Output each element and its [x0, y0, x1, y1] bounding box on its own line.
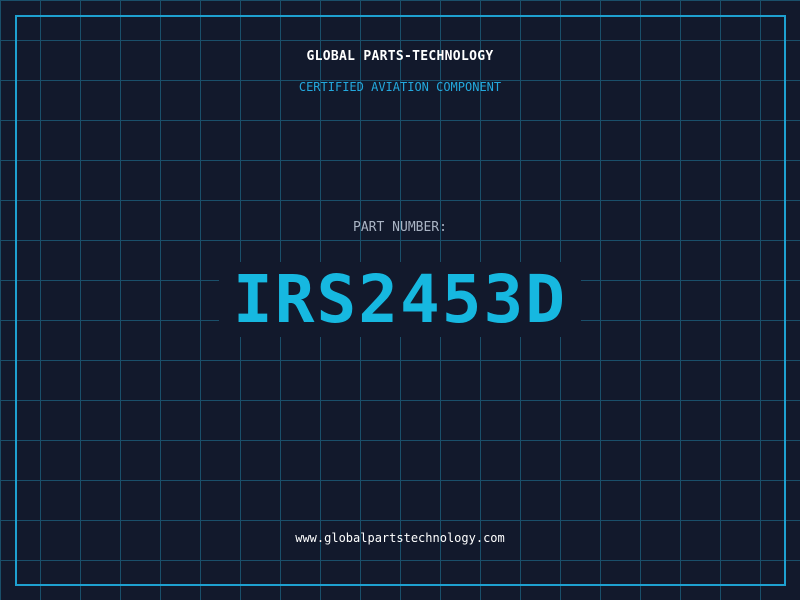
website-url: www.globalpartstechnology.com	[295, 531, 505, 545]
company-name: GLOBAL PARTS-TECHNOLOGY	[306, 49, 494, 64]
part-number-label: PART NUMBER:	[353, 220, 447, 235]
part-number-panel: IRS2453D	[219, 262, 581, 337]
part-number-value: IRS2453D	[233, 260, 567, 338]
certification-subtitle: CERTIFIED AVIATION COMPONENT	[298, 80, 502, 94]
